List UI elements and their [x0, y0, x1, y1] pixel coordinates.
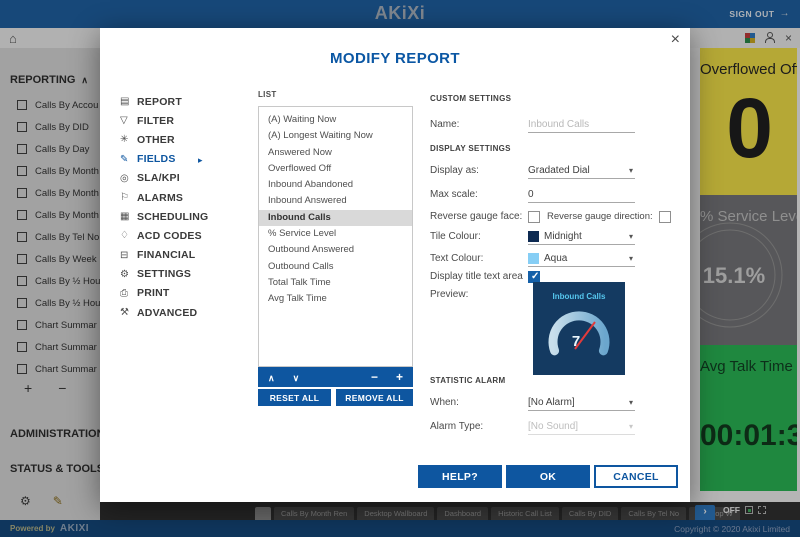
max-scale-label: Max scale: — [430, 189, 528, 200]
reverse-gauge-direction-label: Reverse gauge direction: — [547, 211, 653, 222]
close-icon[interactable]: × — [671, 31, 680, 49]
help-button[interactable]: HELP? — [418, 465, 502, 488]
display-as-label: Display as: — [430, 165, 528, 176]
tile-colour-swatch — [528, 231, 539, 242]
ok-button[interactable]: OK — [506, 465, 590, 488]
cancel-button[interactable]: CANCEL — [594, 465, 678, 488]
preview-tile: Inbound Calls 7 — [533, 282, 625, 375]
dialog-menu-item[interactable]: ♢ ACD CODES — [120, 226, 245, 245]
add-field-button[interactable]: + — [396, 371, 403, 383]
dialog-menu-item[interactable]: ⚙ SETTINGS — [120, 265, 245, 284]
text-colour-row: Text Colour: Aqua — [430, 250, 682, 267]
text-colour-swatch — [528, 253, 539, 264]
other-icon: ✳ — [120, 134, 137, 145]
sla-kpi-icon: ◎ — [120, 173, 137, 184]
remove-all-button[interactable]: REMOVE ALL — [336, 389, 413, 406]
screen: AKiXi SIGN OUT × REPORTING Calls By Acco… — [0, 0, 800, 537]
display-settings-heading: DISPLAY SETTINGS — [430, 144, 511, 153]
tile-colour-label: Tile Colour: — [430, 231, 528, 242]
chevron-down-icon — [629, 253, 635, 264]
list-item[interactable]: (A) Waiting Now — [259, 112, 412, 128]
fields-icon: ✎ — [120, 154, 137, 165]
preview-label: Preview: — [430, 289, 528, 300]
dialog-menu-item[interactable]: ◎ SLA/KPI — [120, 169, 245, 188]
advanced-icon: ⚒ — [120, 307, 137, 318]
name-field — [528, 116, 635, 133]
dialog-menu-item[interactable]: ▤ REPORT — [120, 92, 245, 111]
chevron-down-icon — [629, 165, 635, 176]
dialog-title: MODIFY REPORT — [100, 50, 690, 67]
reverse-gauge-row: Reverse gauge face: Reverse gauge direct… — [430, 208, 682, 225]
when-label: When: — [430, 397, 528, 408]
scheduling-icon: ▦ — [120, 211, 137, 222]
reverse-gauge-face-checkbox[interactable] — [528, 211, 540, 223]
list-item[interactable]: Outbound Answered — [259, 242, 412, 258]
filter-icon: ▽ — [120, 115, 137, 126]
print-icon: ⎙ — [120, 288, 137, 299]
preview-value: 7 — [572, 333, 580, 350]
list-item[interactable]: Total Talk Time — [259, 275, 412, 291]
display-as-row: Display as: Gradated Dial — [430, 162, 682, 179]
dialog-menu-item[interactable]: ✳ OTHER — [120, 130, 245, 149]
custom-settings-heading: CUSTOM SETTINGS — [430, 94, 511, 103]
display-as-select[interactable]: Gradated Dial — [528, 162, 635, 179]
list-item[interactable]: Inbound Answered — [259, 193, 412, 209]
financial-icon: ⊟ — [120, 250, 137, 261]
acd-codes-icon: ♢ — [120, 230, 137, 241]
reset-all-button[interactable]: RESET ALL — [258, 389, 331, 406]
reverse-gauge-face-label: Reverse gauge face: — [430, 211, 528, 222]
list-item[interactable]: (A) Longest Waiting Now — [259, 128, 412, 144]
alarms-icon: ⚐ — [120, 192, 137, 203]
dialog-menu-item[interactable]: ⚒ ADVANCED — [120, 303, 245, 322]
remove-field-button[interactable]: − — [371, 371, 378, 383]
dialog-menu-item[interactable]: ✎ FIELDS — [120, 150, 245, 169]
display-title-label: Display title text area — [430, 271, 528, 282]
move-down-icon[interactable] — [293, 368, 300, 386]
name-row: Name: — [430, 116, 682, 133]
name-input[interactable] — [528, 119, 635, 130]
chevron-right-icon — [198, 150, 203, 168]
alarm-type-select: [No Sound] — [528, 418, 635, 435]
display-title-checkbox[interactable] — [528, 271, 540, 283]
list-item[interactable]: Overflowed Off — [259, 161, 412, 177]
dialog-menu: ▤ REPORT ▽ FILTER ✳ OTHER ✎ — [120, 92, 245, 322]
when-row: When: [No Alarm] — [430, 394, 682, 411]
text-colour-select[interactable]: Aqua — [528, 250, 635, 267]
max-scale-input[interactable]: 0 — [528, 186, 635, 203]
modify-report-dialog: × MODIFY REPORT ▤ REPORT ▽ FILTER ✳ O — [100, 28, 690, 502]
list-item[interactable]: Avg Talk Time — [259, 291, 412, 307]
list-item[interactable]: Answered Now — [259, 145, 412, 161]
report-icon: ▤ — [120, 96, 137, 107]
text-colour-label: Text Colour: — [430, 253, 528, 264]
dialog-menu-item[interactable]: ⚐ ALARMS — [120, 188, 245, 207]
list-item[interactable]: Inbound Calls — [259, 210, 412, 226]
list-item[interactable]: Outbound Calls — [259, 259, 412, 275]
dialog-menu-item[interactable]: ⊟ FINANCIAL — [120, 246, 245, 265]
list-item[interactable]: % Service Level — [259, 226, 412, 242]
dialog-menu-item[interactable]: ▽ FILTER — [120, 111, 245, 130]
move-up-icon[interactable] — [268, 368, 275, 386]
list-toolbar: − + — [258, 367, 413, 387]
tile-colour-select[interactable]: Midnight — [528, 228, 635, 245]
alarm-type-row: Alarm Type: [No Sound] — [430, 418, 682, 435]
fields-list: (A) Waiting Now (A) Longest Waiting Now … — [258, 106, 413, 367]
list-item[interactable]: Inbound Abandoned — [259, 177, 412, 193]
preview-title: Inbound Calls — [553, 292, 606, 301]
max-scale-row: Max scale: 0 — [430, 186, 682, 203]
alarm-type-label: Alarm Type: — [430, 421, 528, 432]
name-label: Name: — [430, 119, 528, 130]
chevron-down-icon — [629, 397, 635, 408]
preview-gauge: Inbound Calls 7 — [533, 282, 625, 375]
tile-colour-row: Tile Colour: Midnight — [430, 228, 682, 245]
statistic-alarm-heading: STATISTIC ALARM — [430, 376, 505, 385]
chevron-down-icon — [629, 231, 635, 242]
dialog-menu-item[interactable]: ▦ SCHEDULING — [120, 207, 245, 226]
when-select[interactable]: [No Alarm] — [528, 394, 635, 411]
settings-icon: ⚙ — [120, 269, 137, 280]
reverse-gauge-direction-checkbox[interactable] — [659, 211, 671, 223]
dialog-menu-item[interactable]: ⎙ PRINT — [120, 284, 245, 303]
chevron-down-icon — [629, 421, 635, 432]
list-heading: LIST — [258, 90, 277, 99]
